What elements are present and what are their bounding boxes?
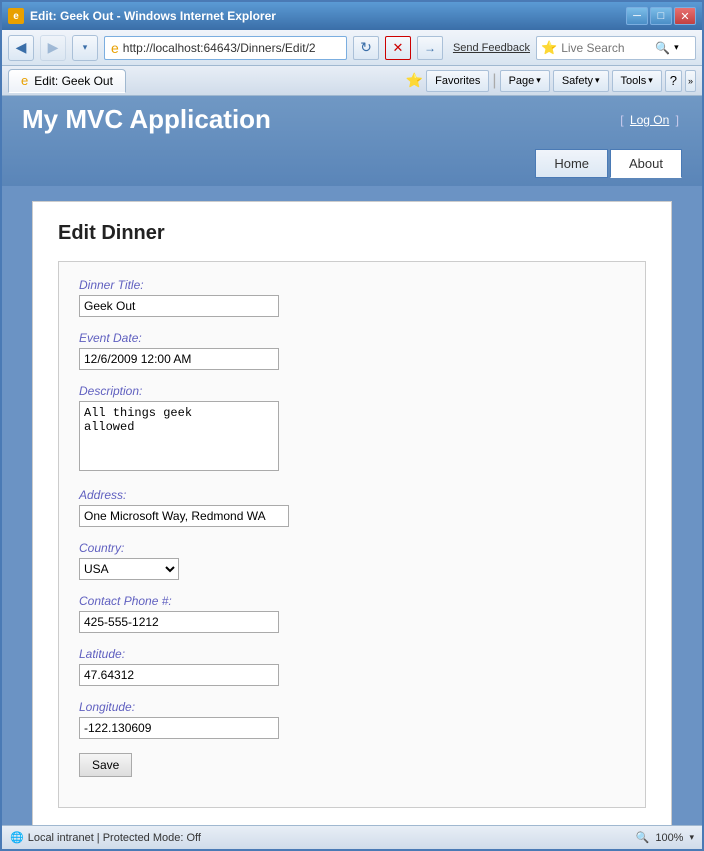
maximize-button[interactable]: □	[650, 7, 672, 25]
country-group: Country: USA Canada UK Australia	[79, 541, 625, 580]
content-main: My MVC Application [ Log On ] Home About…	[2, 96, 702, 825]
window-title: Edit: Geek Out - Windows Internet Explor…	[30, 9, 276, 23]
tab-label: Edit: Geek Out	[34, 74, 113, 88]
title-bar-left: e Edit: Geek Out - Windows Internet Expl…	[8, 8, 276, 24]
app-header: My MVC Application [ Log On ] Home About	[2, 96, 702, 186]
event-date-input[interactable]	[79, 348, 279, 370]
back-button[interactable]: ◀	[8, 35, 34, 61]
contact-phone-group: Contact Phone #:	[79, 594, 625, 633]
tools-dropdown-icon: ▾	[648, 75, 653, 86]
nav-tab-home[interactable]: Home	[535, 149, 608, 178]
event-date-label: Event Date:	[79, 331, 625, 345]
latitude-input[interactable]	[79, 664, 279, 686]
toolbar-right: ⭐ Favorites | Page ▾ Safety ▾ Tools ▾ ? …	[406, 70, 696, 92]
logon-bracket-close: ]	[676, 113, 679, 127]
go-button[interactable]: →	[417, 36, 443, 60]
longitude-label: Longitude:	[79, 700, 625, 714]
dropdown-button[interactable]: ▾	[72, 35, 98, 61]
tab-icon: e	[21, 73, 28, 88]
search-dropdown-icon[interactable]: ▾	[674, 42, 679, 53]
latitude-label: Latitude:	[79, 647, 625, 661]
nav-tab-about[interactable]: About	[610, 149, 682, 178]
forward-button[interactable]: ▶	[40, 35, 66, 61]
browser-window: e Edit: Geek Out - Windows Internet Expl…	[0, 0, 704, 851]
description-group: Description: All things geek allowed	[79, 384, 625, 474]
contact-phone-label: Contact Phone #:	[79, 594, 625, 608]
refresh-button[interactable]: ↻	[353, 36, 379, 60]
page-button[interactable]: Page ▾	[500, 70, 550, 92]
search-input[interactable]	[561, 41, 651, 55]
search-bar[interactable]: ⭐ 🔍 ▾	[536, 36, 696, 60]
zoom-dropdown-icon[interactable]: ▾	[689, 832, 694, 843]
status-right: 🔍 100% ▾	[636, 831, 694, 844]
safety-dropdown-icon: ▾	[595, 75, 600, 86]
favorites-icon: ⭐	[406, 72, 423, 89]
logon-area: [ Log On ]	[617, 113, 682, 127]
title-bar: e Edit: Geek Out - Windows Internet Expl…	[2, 2, 702, 30]
browser-icon: e	[8, 8, 24, 24]
save-group: Save	[79, 753, 625, 777]
page-wrapper: Edit Dinner Dinner Title: Event Date:	[2, 186, 702, 825]
live-search-icon: ⭐	[541, 40, 557, 56]
address-label: Address:	[79, 488, 625, 502]
address-input-field[interactable]	[79, 505, 289, 527]
logon-link[interactable]: Log On	[630, 113, 669, 127]
country-select[interactable]: USA Canada UK Australia	[79, 558, 179, 580]
tools-button[interactable]: Tools ▾	[612, 70, 662, 92]
stop-button[interactable]: ✕	[385, 36, 411, 60]
minimize-button[interactable]: ─	[626, 7, 648, 25]
app-title: My MVC Application	[22, 104, 271, 135]
tabs-bar: e Edit: Geek Out ⭐ Favorites | Page ▾ Sa…	[2, 66, 702, 96]
country-label: Country:	[79, 541, 625, 555]
description-textarea[interactable]: All things geek allowed	[79, 401, 279, 471]
latitude-group: Latitude:	[79, 647, 625, 686]
favorites-button[interactable]: Favorites	[426, 70, 489, 92]
page-icon: e	[111, 40, 119, 56]
page-dropdown-icon: ▾	[536, 75, 541, 86]
send-feedback-link[interactable]: Send Feedback	[453, 42, 530, 54]
zoom-level: 100%	[655, 832, 683, 844]
description-label: Description:	[79, 384, 625, 398]
close-button[interactable]: ✕	[674, 7, 696, 25]
longitude-input[interactable]	[79, 717, 279, 739]
window-controls: ─ □ ✕	[626, 7, 696, 25]
status-left: 🌐 Local intranet | Protected Mode: Off	[10, 831, 201, 844]
address-group: Address:	[79, 488, 625, 527]
address-input[interactable]	[123, 41, 340, 55]
contact-phone-input[interactable]	[79, 611, 279, 633]
save-button[interactable]: Save	[79, 753, 132, 777]
search-magnifier-icon: 🔍	[655, 41, 670, 55]
address-bar[interactable]: e	[104, 36, 347, 60]
dinner-title-label: Dinner Title:	[79, 278, 625, 292]
logon-bracket-open: [	[620, 113, 623, 127]
longitude-group: Longitude:	[79, 700, 625, 739]
form-container: Dinner Title: Event Date: Description: A…	[58, 261, 646, 808]
zoom-icon: 🔍	[636, 831, 650, 844]
tab-edit-geek-out[interactable]: e Edit: Geek Out	[8, 69, 126, 93]
dinner-title-input[interactable]	[79, 295, 279, 317]
zone-icon: 🌐	[10, 831, 24, 844]
separator1: |	[492, 72, 496, 90]
status-bar: 🌐 Local intranet | Protected Mode: Off 🔍…	[2, 825, 702, 849]
event-date-group: Event Date:	[79, 331, 625, 370]
more-button[interactable]: »	[685, 70, 696, 92]
dinner-title-group: Dinner Title:	[79, 278, 625, 317]
safety-button[interactable]: Safety ▾	[553, 70, 609, 92]
help-button[interactable]: ?	[665, 70, 682, 92]
header-top-row: My MVC Application [ Log On ]	[22, 104, 682, 135]
address-toolbar: ◀ ▶ ▾ e ↻ ✕ → Send Feedback ⭐ 🔍 ▾	[2, 30, 702, 66]
zone-text: Local intranet | Protected Mode: Off	[28, 832, 201, 844]
page-body: Edit Dinner Dinner Title: Event Date:	[32, 201, 672, 825]
page-title: Edit Dinner	[58, 222, 646, 245]
nav-tabs: Home About	[22, 149, 682, 178]
content-scroll-area: My MVC Application [ Log On ] Home About…	[2, 96, 702, 825]
